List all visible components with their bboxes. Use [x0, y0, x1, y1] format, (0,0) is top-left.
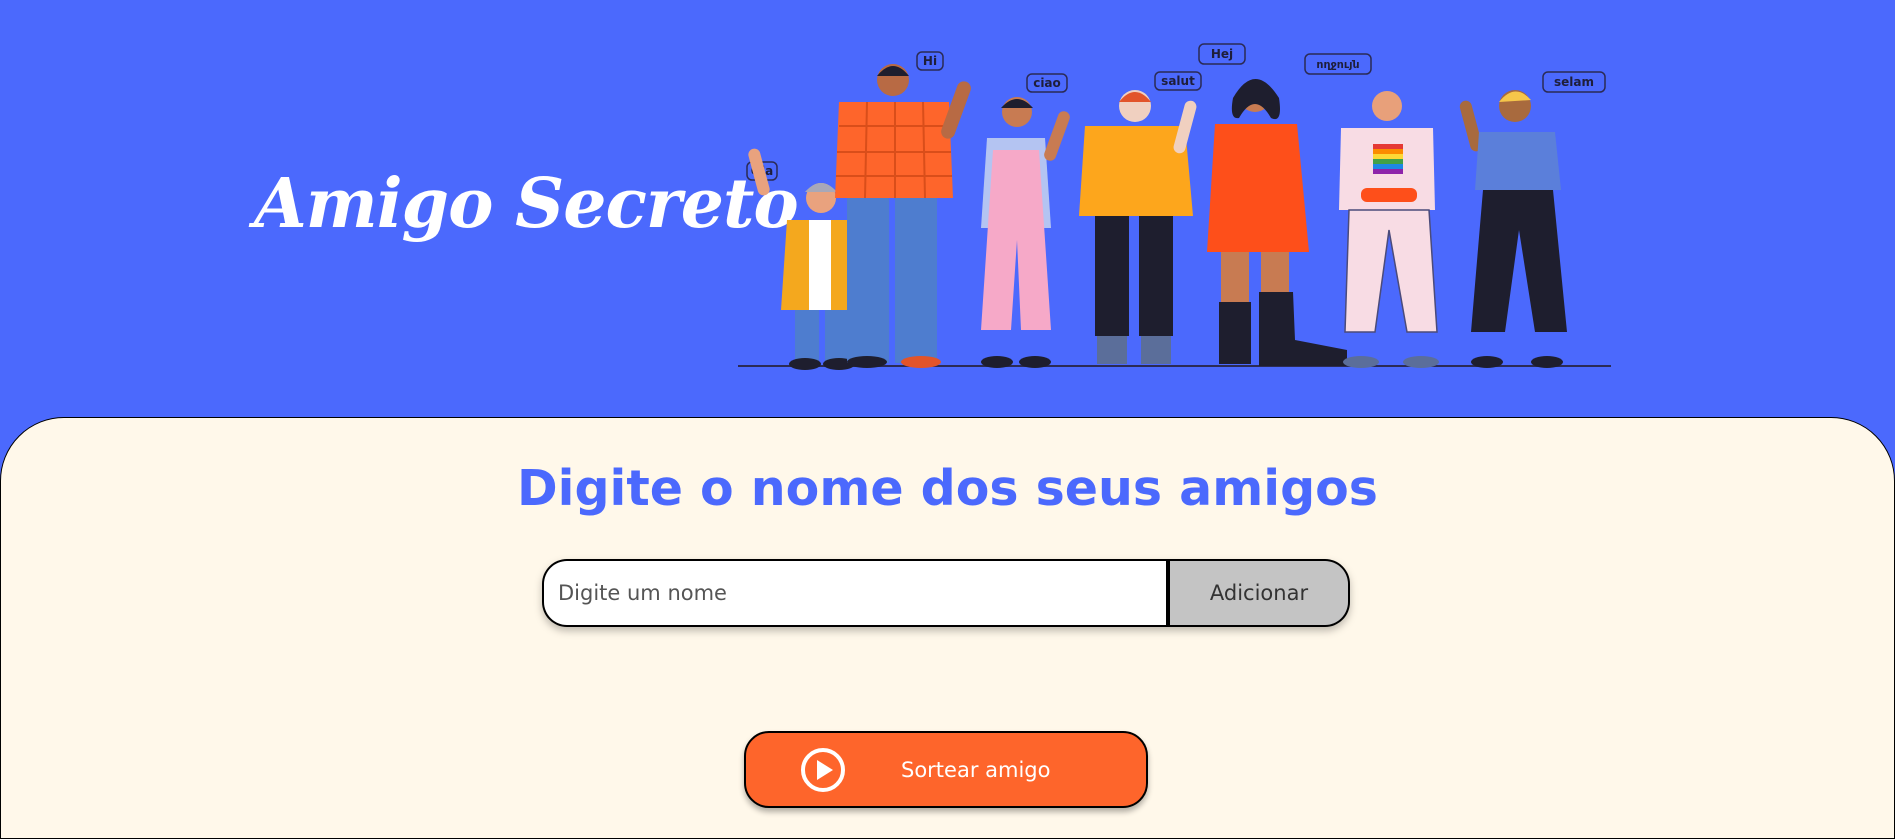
greeting-hej: Hej: [1211, 47, 1233, 61]
header-banner: Amigo Secreto Ola Hi: [0, 0, 1895, 418]
greeting-armenian: ողջույն: [1316, 58, 1359, 71]
draw-button-label: Sortear amigo: [901, 758, 1051, 782]
greeting-hi: Hi: [923, 54, 937, 68]
greeting-ciao: ciao: [1033, 76, 1061, 90]
person-6: ողջույն: [1304, 53, 1439, 368]
greeting-selam: selam: [1554, 75, 1594, 89]
draw-friend-button[interactable]: Sortear amigo: [744, 731, 1148, 808]
name-input[interactable]: [542, 559, 1170, 627]
person-2: Hi: [835, 51, 971, 368]
play-circle-icon: [801, 748, 845, 792]
add-button[interactable]: Adicionar: [1170, 559, 1350, 627]
greeting-salut: salut: [1161, 74, 1195, 88]
person-7: selam: [1459, 71, 1606, 368]
add-friend-form: Adicionar: [542, 559, 1350, 627]
section-title: Digite o nome dos seus amigos: [517, 460, 1378, 517]
app-title: Amigo Secreto: [254, 164, 799, 244]
person-4: salut: [1079, 71, 1202, 364]
people-waving-illustration: Ola Hi: [738, 43, 1611, 370]
person-3: ciao: [981, 73, 1070, 368]
person-5: Hej: [1198, 43, 1347, 366]
rainbow-flag-icon: [1373, 144, 1403, 174]
